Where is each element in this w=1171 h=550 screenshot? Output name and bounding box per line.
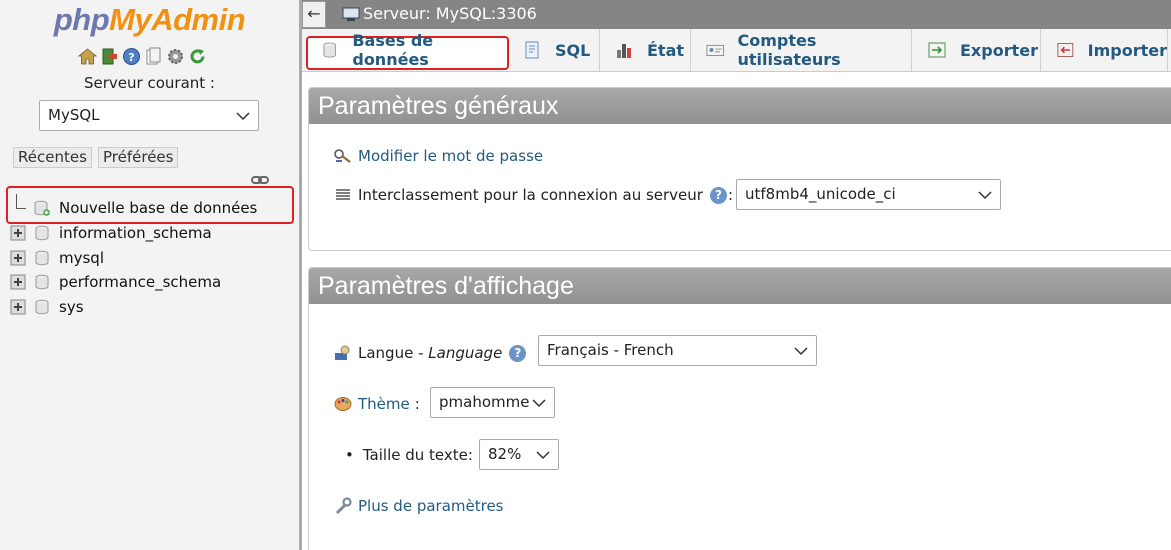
highlight-new-database [6,186,294,224]
tab-sql[interactable]: SQL [510,29,600,71]
export-icon [928,42,946,58]
language-row: Langue - Language ? [333,343,527,363]
favorite-tables-button[interactable]: Préférées [98,147,179,168]
tab-user-accounts[interactable]: Comptes utilisateurs [691,29,912,71]
palette-icon [334,397,352,411]
font-size-row: • Taille du texte: [345,446,473,464]
language-select[interactable]: Français - French [538,335,817,366]
current-server-label: Serveur courant : [84,74,215,92]
main-tabs: Bases de données SQL État Comptes utilis… [302,29,1171,72]
language-icon [335,345,350,360]
breadcrumb[interactable]: Serveur: MySQL:3306 [342,4,537,23]
svg-text:?: ? [128,51,134,64]
key-edit-icon [334,149,351,163]
link-with-main-icon[interactable] [251,175,269,185]
expand-icon[interactable] [10,225,26,241]
theme-colon: : [414,395,420,413]
language-label: Langue - Language [358,344,503,362]
change-password-row[interactable]: Modifier le mot de passe [333,146,543,166]
general-settings-title: Paramètres généraux [309,88,1171,124]
help-icon[interactable]: ? [509,344,527,362]
home-icon[interactable] [78,47,97,66]
help-icon[interactable]: ? [709,186,727,204]
wrench-icon [335,497,352,515]
top-bar: ← Serveur: MySQL:3306 [302,0,1171,29]
font-size-label: Taille du texte: [362,446,473,464]
chevron-down-icon [536,451,550,460]
theme-select[interactable]: pmahomme [430,387,555,418]
theme-select-value: pmahomme [439,393,530,411]
tree-item-sys[interactable]: sys [10,295,257,320]
help-icon[interactable]: ? [122,47,141,66]
tab-export[interactable]: Exporter [912,29,1041,71]
general-settings-group: Paramètres généraux Modifier le mot de p… [308,87,1171,251]
user-accounts-icon [706,44,725,57]
tab-status[interactable]: État [600,29,691,71]
expand-icon[interactable] [10,250,26,266]
theme-row: Thème : [333,394,420,414]
tree-item-performance-schema[interactable]: performance_schema [10,270,257,295]
phpmyadmin-logo[interactable]: phpMyAdmin [0,2,299,38]
breadcrumb-server: Serveur: MySQL:3306 [363,4,537,23]
collation-label: Interclassement pour la connexion au ser… [358,186,703,204]
database-icon [35,275,49,290]
sql-icon [525,41,539,59]
import-icon [1057,43,1074,57]
display-settings-group: Paramètres d'affichage Langue - Language… [308,267,1171,550]
tab-import[interactable]: Importer [1041,29,1168,71]
more-settings-link[interactable]: Plus de paramètres [358,497,504,515]
main-content: Paramètres généraux Modifier le mot de p… [302,72,1171,550]
expand-icon[interactable] [10,274,26,290]
chevron-down-icon [236,112,250,121]
list-icon [336,189,350,200]
server-icon [342,7,360,21]
collation-row: Interclassement pour la connexion au ser… [333,185,733,205]
server-select-value: MySQL [48,106,100,124]
collation-colon: : [727,186,734,204]
database-icon [323,42,336,58]
server-select[interactable]: MySQL [39,100,259,131]
database-icon [35,225,49,241]
tree-item-mysql[interactable]: mysql [10,245,257,270]
collapse-nav-button[interactable]: ← [302,1,326,28]
theme-link[interactable]: Thème [358,395,410,413]
database-icon [35,250,49,265]
change-password-link[interactable]: Modifier le mot de passe [358,147,543,165]
font-size-select-value: 82% [488,445,522,463]
settings-icon[interactable] [166,47,185,66]
more-settings-row[interactable]: Plus de paramètres [333,496,504,516]
expand-icon[interactable] [10,299,26,315]
collation-select-value: utf8mb4_unicode_ci [745,185,896,203]
tab-databases[interactable]: Bases de données [320,29,510,71]
docs-icon[interactable] [144,47,163,66]
reload-icon[interactable] [188,47,207,66]
display-settings-title: Paramètres d'affichage [309,268,1171,304]
chevron-down-icon [978,191,992,200]
bullet: • [345,446,354,464]
status-chart-icon [617,44,631,58]
navigation-panel: phpMyAdmin ? Serveur courant : MySQL Réc… [0,0,299,550]
language-select-value: Français - French [547,341,674,359]
tree-item-label: sys [59,298,84,317]
chevron-down-icon [532,399,546,408]
recent-tables-button[interactable]: Récentes [13,147,92,168]
tree-item-label: performance_schema [59,273,222,292]
font-size-select[interactable]: 82% [479,439,559,470]
nav-icon-bar: ? [78,47,207,66]
tree-item-label: information_schema [59,224,212,243]
tree-item-label: mysql [59,248,104,267]
chevron-down-icon [794,347,808,356]
collation-select[interactable]: utf8mb4_unicode_ci [736,179,1001,210]
exit-icon[interactable] [100,47,119,66]
tree-item-information-schema[interactable]: information_schema [10,221,257,246]
database-icon [35,299,49,315]
